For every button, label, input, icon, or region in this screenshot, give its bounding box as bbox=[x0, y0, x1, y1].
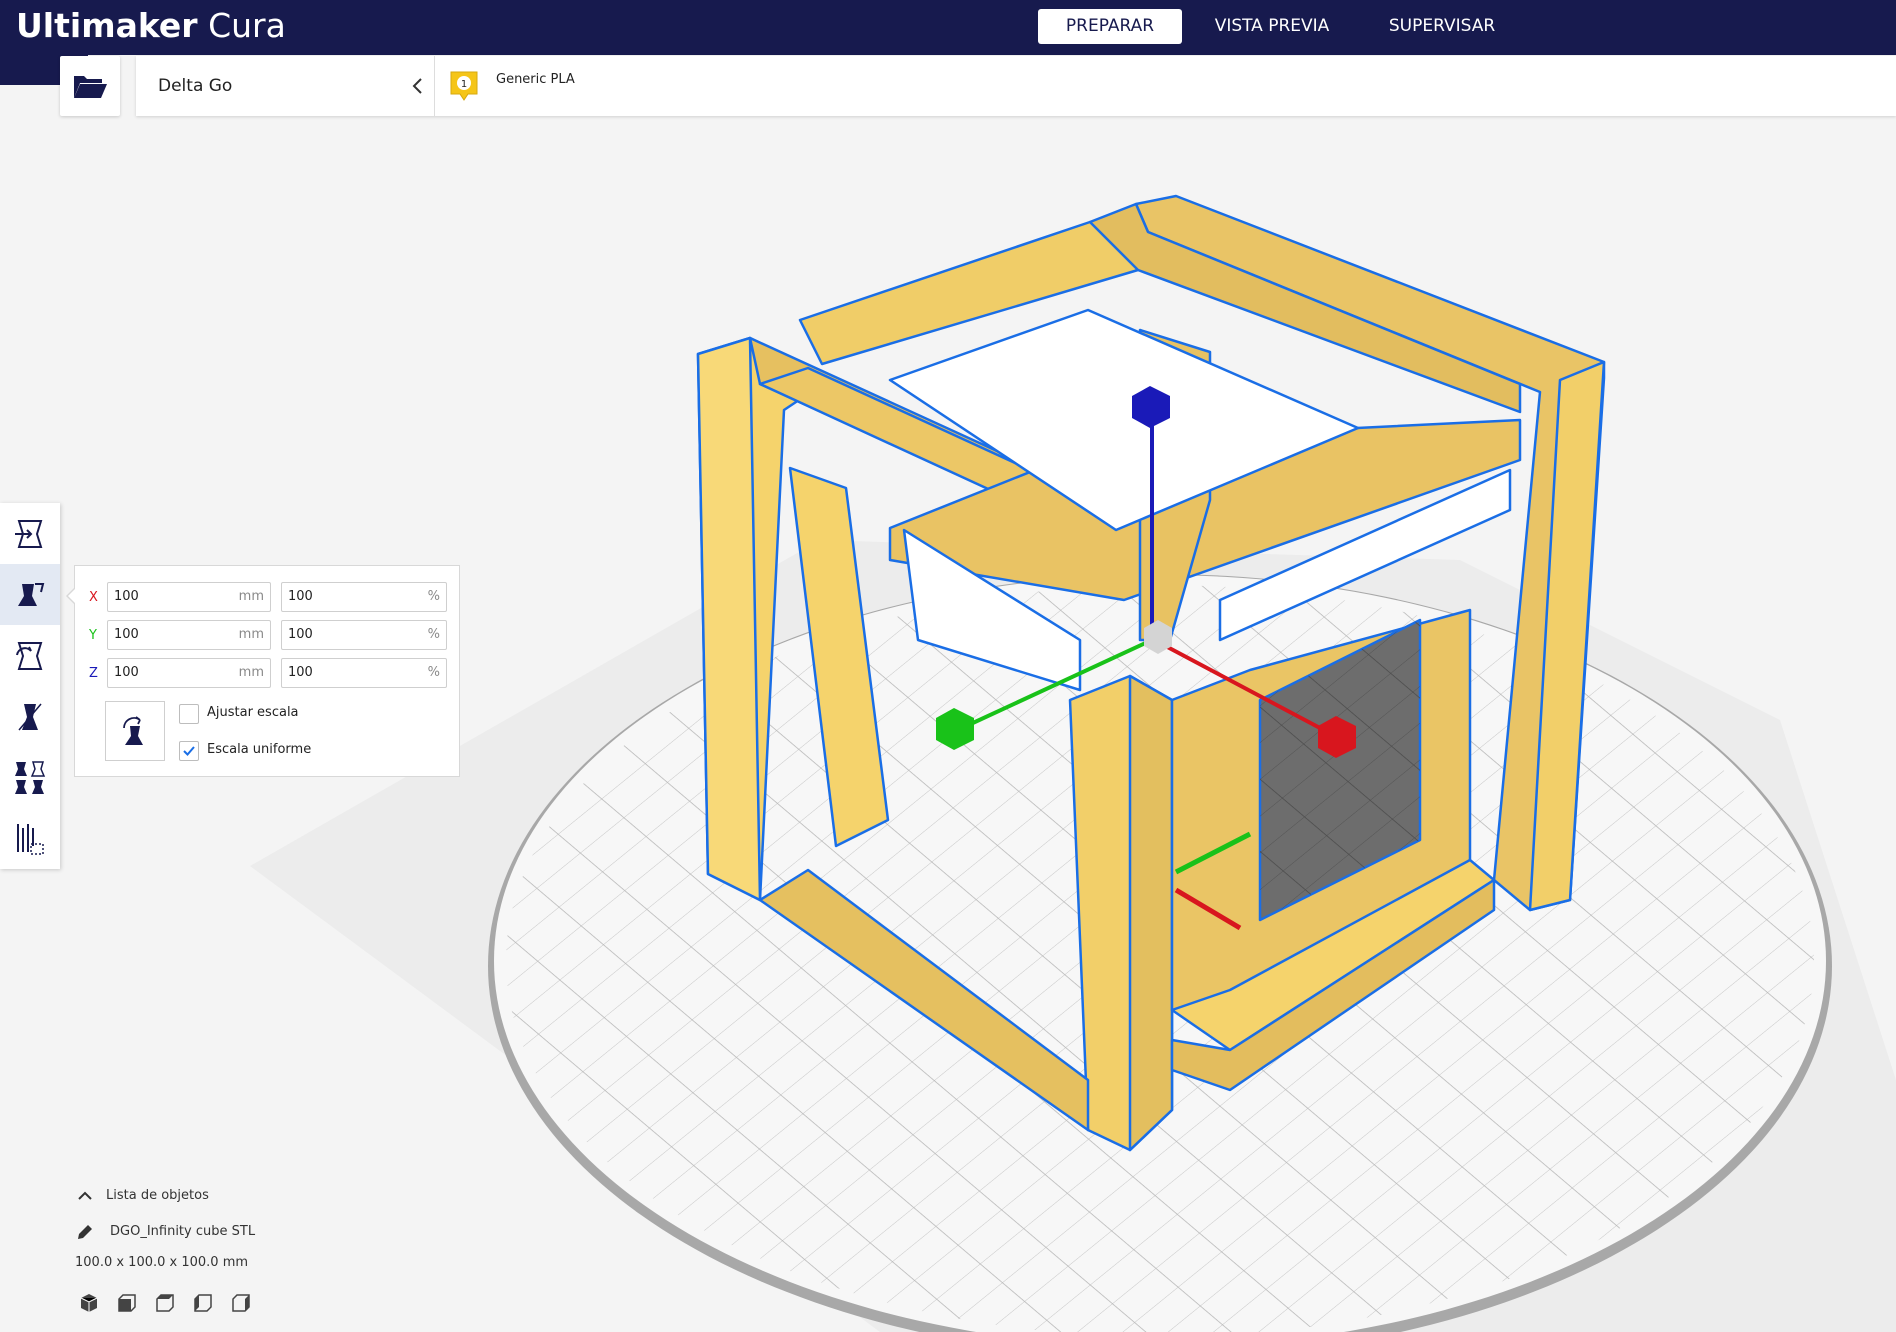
material-label[interactable]: Generic PLA bbox=[496, 72, 575, 87]
mirror-icon bbox=[18, 703, 42, 730]
mirror-tool[interactable] bbox=[0, 686, 60, 747]
y-size-mm-input[interactable]: 100 mm bbox=[107, 620, 271, 650]
view-orientation-bar bbox=[78, 1292, 268, 1316]
move-tool[interactable] bbox=[0, 503, 60, 564]
divider bbox=[434, 56, 435, 116]
stage-tab-prepare[interactable]: PREPARAR bbox=[1038, 9, 1182, 44]
z-label: Z bbox=[89, 666, 98, 681]
reset-scale-button[interactable] bbox=[105, 701, 165, 761]
scale-icon bbox=[18, 582, 45, 606]
chevron-left-icon[interactable] bbox=[406, 74, 430, 98]
object-name: DGO_Infinity cube STL bbox=[110, 1224, 256, 1239]
x-label: X bbox=[89, 590, 98, 605]
top-view-icon[interactable] bbox=[154, 1292, 176, 1314]
stage-tab-preview[interactable]: VISTA PREVIA bbox=[1200, 9, 1344, 44]
x-size-percent-input[interactable]: 100% bbox=[281, 582, 447, 612]
move-icon bbox=[15, 519, 43, 548]
open-file-button[interactable] bbox=[60, 56, 120, 116]
tool-panel bbox=[0, 503, 60, 869]
scale-tool[interactable] bbox=[0, 564, 60, 625]
stage-tab-monitor[interactable]: SUPERVISAR bbox=[1370, 9, 1514, 44]
object-list-header: Lista de objetos bbox=[106, 1188, 209, 1203]
y-size-percent-input[interactable]: 100% bbox=[281, 620, 447, 650]
panel-pointer-inner bbox=[68, 588, 76, 604]
z-size-percent-input[interactable]: 100% bbox=[281, 658, 447, 688]
z-size-mm-input[interactable]: 100 mm bbox=[107, 658, 271, 688]
uniform-scaling-checkbox[interactable] bbox=[179, 741, 199, 761]
chevron-up-icon bbox=[78, 1191, 92, 1200]
per-model-settings-icon bbox=[15, 760, 46, 794]
pencil-icon[interactable] bbox=[76, 1223, 94, 1241]
printer-selector[interactable]: Delta Go bbox=[158, 56, 232, 116]
app-logo: Ultimaker Cura bbox=[16, 6, 286, 45]
snap-scaling-label: Ajustar escala bbox=[207, 705, 299, 720]
x-size-mm-input[interactable]: 100 mm bbox=[107, 582, 271, 612]
y-label: Y bbox=[89, 628, 97, 643]
rotate-tool[interactable] bbox=[0, 625, 60, 686]
support-blocker-tool[interactable] bbox=[0, 808, 60, 869]
printer-selector-bar: Delta Go 1 Generic PLA bbox=[136, 56, 1896, 116]
rotate-icon bbox=[16, 641, 43, 670]
object-dimensions: 100.0 x 100.0 x 100.0 mm bbox=[75, 1255, 249, 1270]
checkmark-icon bbox=[183, 746, 195, 756]
left-view-icon[interactable] bbox=[192, 1292, 214, 1314]
support-blocker-icon bbox=[17, 823, 44, 855]
folder-open-icon bbox=[74, 76, 107, 98]
extruder-badge-icon[interactable]: 1 bbox=[449, 70, 479, 102]
per-model-settings-tool[interactable] bbox=[0, 747, 60, 808]
snap-scaling-checkbox[interactable] bbox=[179, 704, 199, 724]
header-bar: Ultimaker Cura PREPARAR VISTA PREVIA SUP… bbox=[0, 0, 1896, 55]
3d-view-icon[interactable] bbox=[78, 1292, 100, 1314]
scale-tool-panel: X 100 mm 100% Y 100 mm 100% Z 100 mm 100% A… bbox=[74, 565, 460, 777]
uniform-scaling-label: Escala uniforme bbox=[207, 742, 312, 757]
extruder-number: 1 bbox=[461, 79, 467, 90]
right-view-icon[interactable] bbox=[230, 1292, 252, 1314]
reset-scale-icon bbox=[123, 716, 143, 745]
front-view-icon[interactable] bbox=[116, 1292, 138, 1314]
